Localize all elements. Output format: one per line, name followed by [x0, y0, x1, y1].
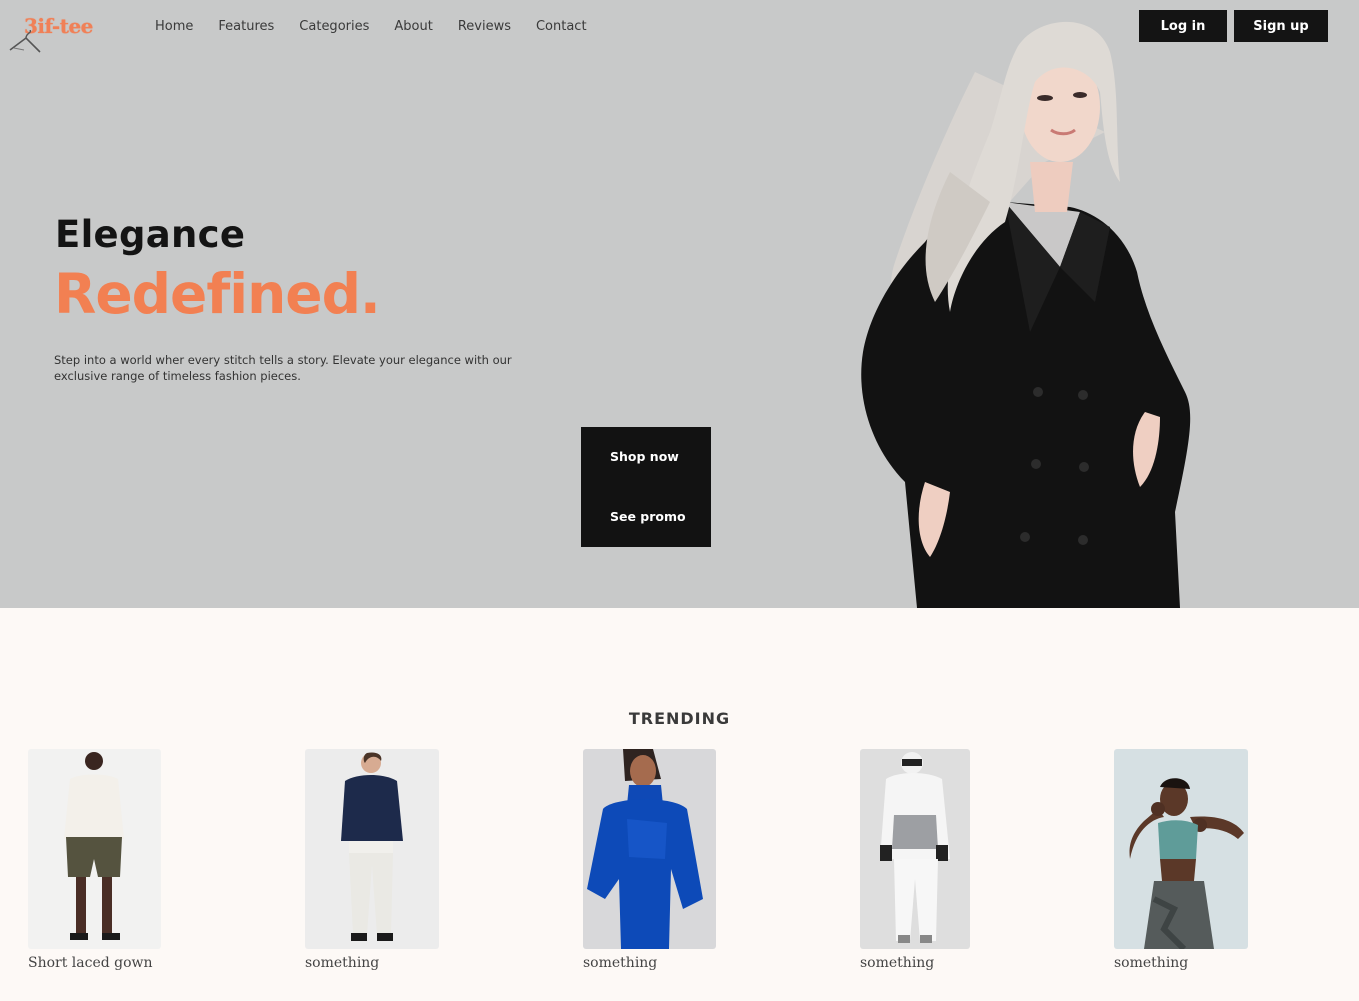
- see-promo-button[interactable]: See promo: [610, 509, 686, 524]
- product-image[interactable]: [28, 749, 161, 949]
- signup-button[interactable]: Sign up: [1234, 10, 1328, 42]
- brand-logo[interactable]: 3if-tee: [8, 12, 100, 56]
- product-name[interactable]: something: [583, 955, 716, 971]
- hero-headline: Elegance: [55, 213, 246, 256]
- product-card[interactable]: something: [860, 749, 970, 971]
- nav-features[interactable]: Features: [218, 19, 274, 34]
- product-image[interactable]: [305, 749, 439, 949]
- hanger-icon: [9, 30, 41, 53]
- nav-about[interactable]: About: [394, 19, 432, 34]
- product-image[interactable]: [583, 749, 716, 949]
- cta-panel: Shop now See promo: [581, 427, 711, 547]
- hero-model-image: [861, 21, 1191, 608]
- nav-contact[interactable]: Contact: [536, 19, 587, 34]
- nav-reviews[interactable]: Reviews: [458, 19, 511, 34]
- hero-subtitle: Step into a world wher every stitch tell…: [54, 353, 512, 383]
- nav-categories[interactable]: Categories: [299, 19, 369, 34]
- product-name[interactable]: something: [1114, 955, 1248, 971]
- product-card[interactable]: Short laced gown: [28, 749, 161, 971]
- nav-home[interactable]: Home: [155, 19, 193, 34]
- trending-title: TRENDING: [628, 709, 731, 728]
- product-card[interactable]: something: [305, 749, 439, 971]
- shop-now-button[interactable]: Shop now: [610, 449, 679, 464]
- hero-accent-headline: Redefined.: [54, 262, 381, 326]
- product-name[interactable]: something: [860, 955, 970, 971]
- product-card[interactable]: something: [1114, 749, 1248, 971]
- product-card[interactable]: something: [583, 749, 716, 971]
- hero-section: 3if-tee Home Features Categories About R…: [0, 0, 1359, 608]
- product-image[interactable]: [860, 749, 970, 949]
- product-image[interactable]: [1114, 749, 1248, 949]
- main-nav: Home Features Categories About Reviews C…: [155, 19, 587, 34]
- product-name[interactable]: Short laced gown: [28, 955, 161, 971]
- product-name[interactable]: something: [305, 955, 439, 971]
